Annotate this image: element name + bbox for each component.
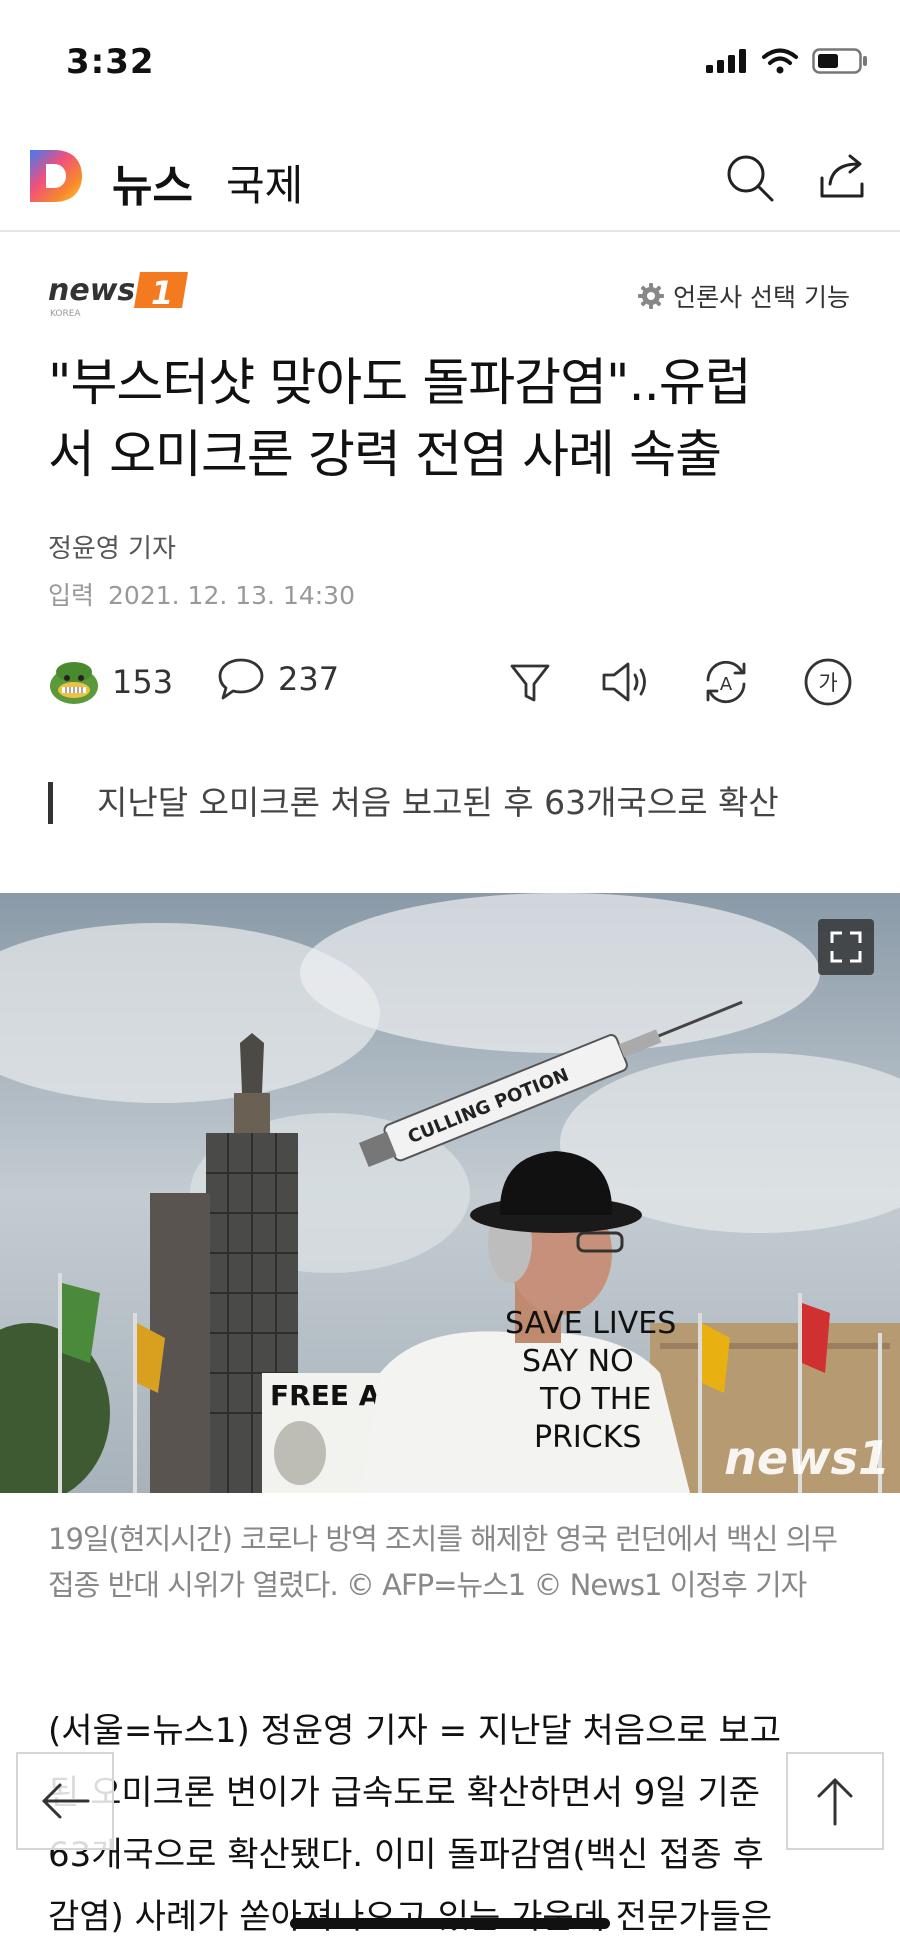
svg-text:가: 가 [818,671,837,695]
body-line-4: 감염) 사례가 쏟아져나오고 있는 가운데 전문가들은 [48,1897,773,1937]
status-time: 3:32 [66,42,155,82]
headline-line-1: "부스터샷 맞아도 돌파감염"..유럽 [48,354,752,413]
status-bar: 3:32 [0,0,900,120]
translate-icon[interactable]: A [700,656,752,708]
article-headline: "부스터샷 맞아도 돌파감염"..유럽 서 오미크론 강력 전염 사례 속출 [48,348,868,492]
share-icon[interactable] [814,148,870,204]
svg-text:1: 1 [151,274,173,312]
back-button[interactable] [16,1752,114,1850]
svg-text:news: news [48,273,135,308]
photo-image: FREE AS CULLING POTION SAVE LIVES SAY NO… [0,893,900,1493]
shirt-text-1: SAVE LIVES [505,1306,676,1341]
shirt-text-3: TO THE [539,1382,651,1417]
press-logo[interactable]: news 1 KOREA [48,266,192,320]
gear-icon [638,283,665,309]
photo-caption: 19일(현지시간) 코로나 방역 조치를 해제한 영국 런던에서 백신 의무 접… [48,1516,868,1608]
speaker-icon[interactable] [598,656,650,708]
publish-date: 입력 2021. 12. 13. 14:30 [48,576,369,612]
scroll-top-icon [817,1778,853,1826]
header-section-title[interactable]: 국제 [226,152,303,213]
shirt-text-4: PRICKS [534,1420,641,1455]
article-photo[interactable]: FREE AS CULLING POTION SAVE LIVES SAY NO… [0,893,900,1493]
signal-icon [706,49,746,73]
status-icons [706,48,868,74]
font-size-icon[interactable]: 가 [802,656,854,708]
expand-photo-button[interactable] [818,919,874,975]
headline-line-2: 서 오미크론 강력 전염 사례 속출 [48,426,722,485]
daum-logo-icon[interactable] [26,146,86,206]
header-app-name[interactable]: 뉴스 [112,150,193,214]
search-icon[interactable] [722,150,778,206]
reaction-icon [50,662,98,704]
article-action-bar: 153 237 A 가 [0,650,900,714]
press-select-label: 언론사 선택 기능 [673,283,850,312]
press-select-button[interactable]: 언론사 선택 기능 [637,278,850,314]
app-header: 뉴스 국제 [0,132,900,232]
expand-icon [830,931,862,963]
reporter-name[interactable]: 정윤영 기자 [48,528,176,565]
press-row: news 1 KOREA 언론사 선택 기능 [0,262,900,322]
article-summary: 지난달 오미크론 처음 보고된 후 63개국으로 확산 [48,782,868,824]
scroll-top-button[interactable] [786,1752,884,1850]
back-arrow-icon [42,1783,90,1819]
battery-icon [812,48,867,74]
shirt-text-2: SAY NO [522,1344,634,1379]
body-line-1: (서울=뉴스1) 정윤영 기자 = 지난달 처음으로 보고 [48,1711,782,1751]
article-body: (서울=뉴스1) 정윤영 기자 = 지난달 처음으로 보고 된 오미크론 변이가… [48,1700,868,1948]
svg-text:A: A [720,674,733,695]
caption-line-1: 19일(현지시간) 코로나 방역 조치를 해제한 영국 런던에서 백신 의무 [48,1522,838,1556]
comment-icon [218,658,264,700]
reaction-count: 153 [112,663,174,701]
comment-button[interactable]: 237 [216,656,339,702]
filter-icon[interactable] [504,656,556,708]
body-line-3: 63개국으로 확산됐다. 이미 돌파감염(백신 접종 후 [48,1835,764,1875]
comment-count: 237 [278,660,340,698]
photo-watermark: news1 [724,1431,890,1485]
caption-line-2: 접종 반대 시위가 열렸다. © AFP=뉴스1 © News1 이정후 기자 [48,1568,807,1602]
date-label: 입력 [48,581,95,610]
home-indicator[interactable] [290,1918,610,1929]
wifi-icon [762,48,798,74]
reaction-button[interactable]: 153 [48,656,173,708]
date-value: 2021. 12. 13. 14:30 [108,581,355,610]
body-line-2: 된 오미크론 변이가 급속도로 확산하면서 9일 기준 [48,1773,761,1813]
svg-text:KOREA: KOREA [50,309,81,319]
